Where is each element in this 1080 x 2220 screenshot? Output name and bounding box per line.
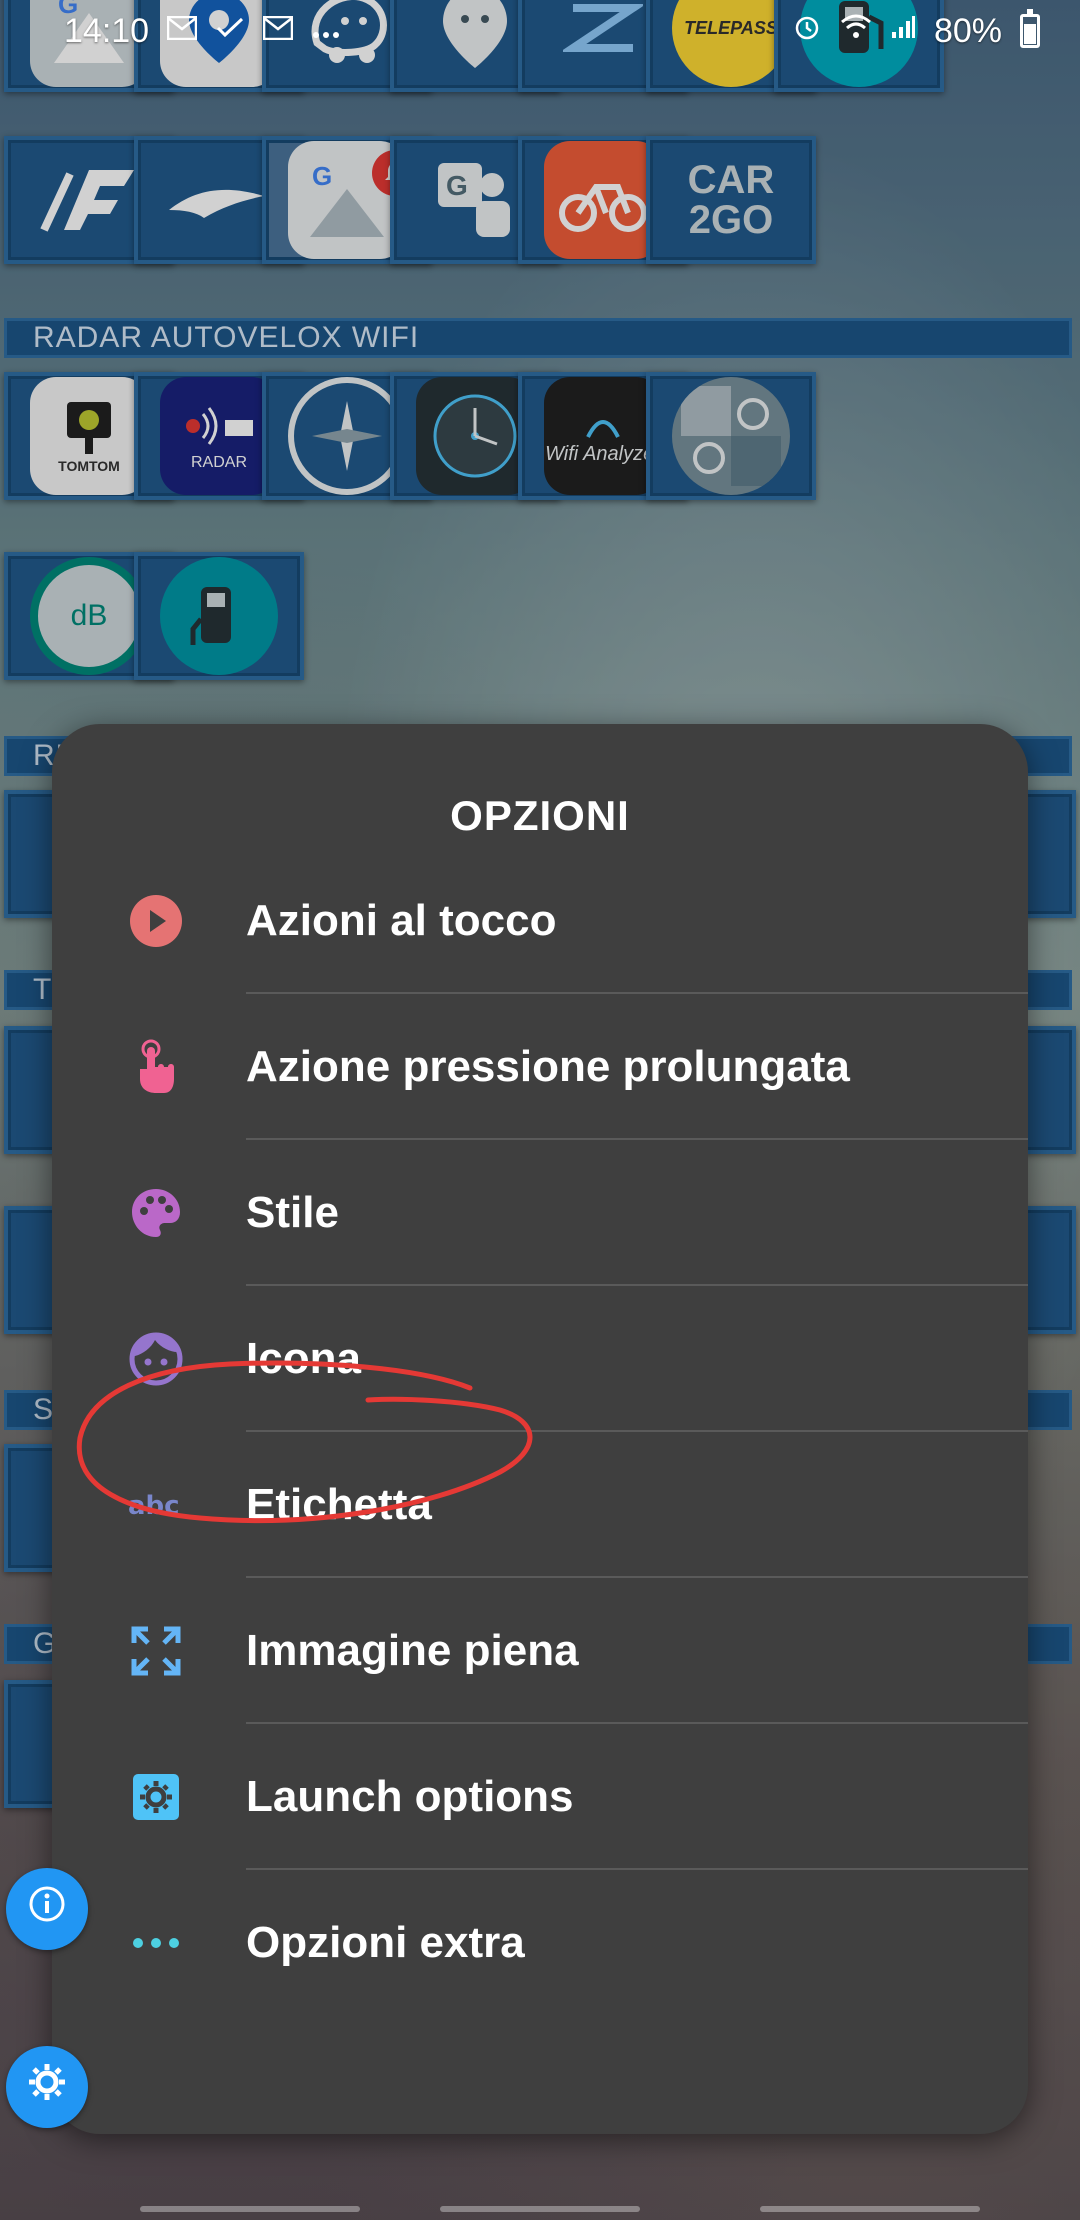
status-bar-right: 80% (792, 9, 1040, 51)
menu-item-label: Opzioni extra (246, 1918, 525, 1967)
menu-item-label: Icona (246, 1334, 361, 1383)
menu-item-icon[interactable]: Icona (52, 1286, 1028, 1432)
battery-icon (1020, 9, 1040, 48)
more-dots-icon (128, 1915, 184, 1971)
email-icon (262, 14, 294, 48)
play-circle-icon (128, 893, 184, 949)
status-bar-left: 14:10 (64, 12, 341, 51)
menu-item-extra-options[interactable]: Opzioni extra (52, 1870, 1028, 2016)
info-icon (27, 1884, 67, 1934)
menu-item-long-press[interactable]: Azione pressione prolungata (52, 994, 1028, 1140)
settings-fab[interactable] (6, 2046, 88, 2128)
dialog-title: OPZIONI (450, 792, 630, 839)
menu-item-full-image[interactable]: Immagine piena (52, 1578, 1028, 1724)
message-check-icon (215, 14, 245, 48)
menu-item-label: Etichetta (246, 1480, 432, 1529)
abc-icon: abc (128, 1477, 184, 1533)
menu-item-style[interactable]: Stile (52, 1140, 1028, 1286)
menu-item-tap-actions[interactable]: Azioni al tocco (52, 848, 1028, 994)
alarm-icon (792, 12, 822, 50)
menu-item-label: Azione pressione prolungata (246, 1042, 850, 1091)
menu-item-label: Launch options (246, 1772, 574, 1821)
gmail-icon (166, 14, 198, 48)
menu-item-label: Stile (246, 1188, 339, 1237)
fullscreen-icon (128, 1623, 184, 1679)
palette-icon (128, 1185, 184, 1241)
wifi-icon (840, 14, 872, 48)
nav-handle-right[interactable] (760, 2206, 980, 2212)
options-menu: Azioni al tocco Azione pressione prolung… (52, 848, 1028, 2016)
menu-item-label-option[interactable]: abc Etichetta (52, 1432, 1028, 1578)
gear-icon (25, 2060, 69, 2114)
more-notifications-icon (311, 14, 341, 48)
status-bar: 14:10 80% (0, 0, 1080, 62)
nav-handle-center[interactable] (440, 2206, 640, 2212)
nav-handles (0, 2202, 1080, 2212)
info-fab[interactable] (6, 1868, 88, 1950)
menu-item-launch-options[interactable]: Launch options (52, 1724, 1028, 1870)
settings-box-icon (128, 1769, 184, 1825)
signal-icon (890, 14, 916, 48)
options-dialog: OPZIONI Azioni al tocco Azione pressione… (52, 724, 1028, 2134)
nav-handle-left[interactable] (140, 2206, 360, 2212)
touch-hand-icon (128, 1039, 184, 1095)
face-icon (128, 1331, 184, 1387)
menu-item-label: Immagine piena (246, 1626, 579, 1675)
menu-item-label: Azioni al tocco (246, 896, 557, 945)
battery-percent: 80% (933, 11, 1002, 50)
svg-text:abc: abc (128, 1491, 180, 1520)
status-time: 14:10 (64, 11, 150, 50)
